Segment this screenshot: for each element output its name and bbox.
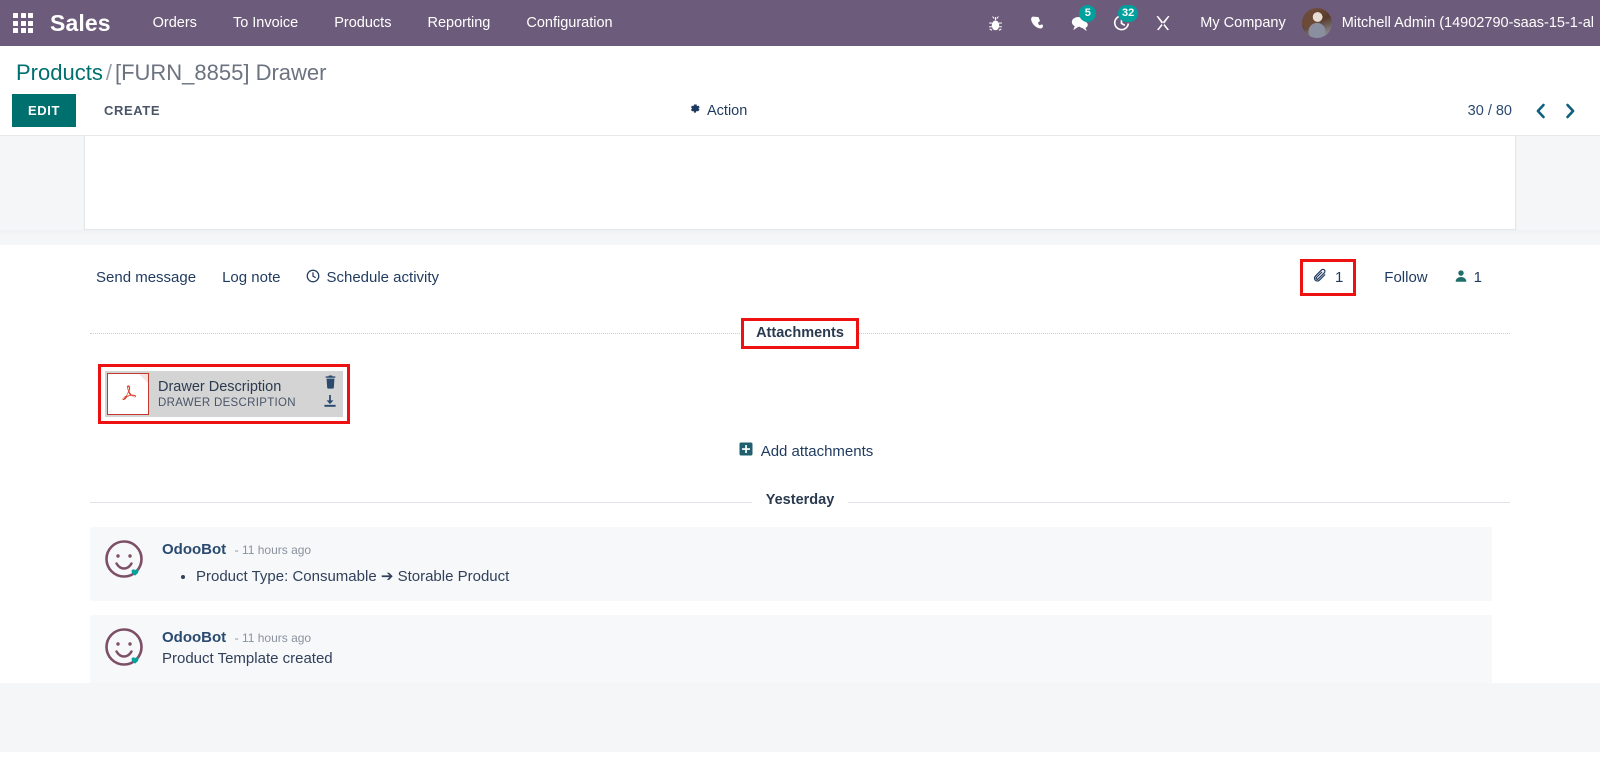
pager-previous-button[interactable] <box>1526 97 1554 125</box>
followers-button[interactable]: 1 <box>1454 269 1482 287</box>
attachment-list: Drawer Description DRAWER DESCRIPTION <box>0 348 1600 424</box>
phone-icon[interactable] <box>1016 0 1058 46</box>
control-panel-buttons: EDIT CREATE Action 30 / 80 <box>0 92 1600 135</box>
log-note-label: Log note <box>222 269 281 286</box>
messages-icon[interactable]: 5 <box>1058 0 1100 46</box>
activities-clock-icon[interactable]: 32 <box>1100 0 1142 46</box>
attachment-subtitle: DRAWER DESCRIPTION <box>158 396 296 409</box>
messages-badge: 5 <box>1079 5 1097 22</box>
add-attachments-label: Add attachments <box>760 442 874 460</box>
breadcrumb: Products / [FURN_8855] Drawer <box>0 46 1600 92</box>
top-navbar: Sales Orders To Invoice Products Reporti… <box>0 0 1600 46</box>
attachments-title: Attachments <box>741 318 859 349</box>
follow-button[interactable]: Follow <box>1374 265 1437 290</box>
attachment-actions <box>317 371 343 417</box>
user-name-label: Mitchell Admin (14902790-saas-15-1-al <box>1341 15 1594 31</box>
day-divider-label: Yesterday <box>751 492 849 508</box>
followers-count: 1 <box>1473 269 1482 286</box>
message-item: OdooBot - 11 hours ago Product Template … <box>90 615 1492 683</box>
navbar-right-group: 5 32 My Company Mitchell Admin (14902790… <box>974 0 1600 46</box>
app-brand-sales[interactable]: Sales <box>46 10 117 37</box>
gear-icon <box>688 102 701 119</box>
add-attachments-button[interactable]: Add attachments <box>739 442 874 460</box>
control-panel: Products / [FURN_8855] Drawer EDIT CREATE … <box>0 46 1600 136</box>
plus-square-icon <box>739 442 753 460</box>
menu-products[interactable]: Products <box>316 0 409 46</box>
action-label: Action <box>707 102 748 119</box>
pdf-file-icon <box>107 373 149 415</box>
breadcrumb-separator: / <box>105 60 112 85</box>
schedule-activity-label: Schedule activity <box>326 269 440 286</box>
message-tracking-list: Product Type: Consumable ➔ Storable Prod… <box>196 566 1478 587</box>
add-attachments-row: Add attachments <box>0 442 1600 461</box>
chatter: Send message Log note Schedule activity <box>0 245 1600 683</box>
action-menu[interactable]: Action <box>688 102 747 119</box>
activities-badge: 32 <box>1118 5 1139 22</box>
message-body: OdooBot - 11 hours ago Product Type: Con… <box>162 539 1478 587</box>
message-timestamp: - 11 hours ago <box>234 631 312 645</box>
menu-to-invoice[interactable]: To Invoice <box>215 0 316 46</box>
attachment-name: Drawer Description <box>158 378 282 395</box>
trash-icon[interactable] <box>324 375 337 394</box>
message-header: OdooBot - 11 hours ago <box>162 541 1478 559</box>
attachment-info: Drawer Description DRAWER DESCRIPTION <box>149 371 317 417</box>
pager: 30 / 80 <box>1468 97 1584 125</box>
product-form-sheet <box>84 136 1516 230</box>
attachment-card[interactable]: Drawer Description DRAWER DESCRIPTION <box>105 371 343 417</box>
menu-configuration[interactable]: Configuration <box>508 0 630 46</box>
create-button[interactable]: CREATE <box>90 94 174 127</box>
schedule-activity-button[interactable]: Schedule activity <box>306 269 439 287</box>
tracking-value: Product Type: Consumable ➔ Storable Prod… <box>196 566 1478 587</box>
bug-icon[interactable] <box>974 0 1016 46</box>
message-body: OdooBot - 11 hours ago Product Template … <box>162 627 1478 667</box>
attachments-toggle-button[interactable]: 1 <box>1299 259 1357 296</box>
message-author: OdooBot <box>162 629 227 646</box>
odoobot-avatar <box>104 539 146 581</box>
message-thread: Yesterday OdooBot - 11 hours ago • Produ… <box>0 491 1600 683</box>
log-note-button[interactable]: Log note <box>222 269 280 286</box>
breadcrumb-products[interactable]: Products <box>16 60 103 85</box>
message-timestamp: - 11 hours ago <box>234 543 312 557</box>
user-icon <box>1454 269 1468 287</box>
message-text: Product Template created <box>162 650 333 667</box>
chatter-right-tools: 1 Follow 1 <box>1299 259 1582 296</box>
form-sheet-wrapper <box>0 136 1600 230</box>
menu-reporting[interactable]: Reporting <box>409 0 508 46</box>
pager-next-button[interactable] <box>1556 97 1584 125</box>
message-author: OdooBot <box>162 541 227 558</box>
attachment-count: 1 <box>1334 269 1344 286</box>
paperclip-icon <box>1313 268 1328 287</box>
day-divider: Yesterday <box>90 491 1510 513</box>
download-icon[interactable] <box>323 394 337 413</box>
send-message-label: Send message <box>96 269 197 286</box>
page-body: Send message Log note Schedule activity <box>0 136 1600 752</box>
send-message-button[interactable]: Send message <box>96 269 196 286</box>
pager-count: 30 / 80 <box>1467 102 1512 119</box>
message-header: OdooBot - 11 hours ago <box>162 629 1478 647</box>
tools-icon[interactable] <box>1142 0 1184 46</box>
odoobot-avatar <box>104 627 146 669</box>
clock-icon <box>306 269 320 287</box>
avatar <box>1301 8 1332 38</box>
message-item: OdooBot - 11 hours ago Product Type: Con… <box>90 527 1492 601</box>
company-switcher[interactable]: My Company <box>1184 15 1301 31</box>
user-menu[interactable]: Mitchell Admin (14902790-saas-15-1-al <box>1301 8 1600 38</box>
apps-grid-icon[interactable] <box>0 0 46 46</box>
attachment-highlight: Drawer Description DRAWER DESCRIPTION <box>98 364 350 424</box>
page-title: [FURN_8855] Drawer <box>114 60 327 85</box>
edit-button[interactable]: EDIT <box>12 94 77 127</box>
attachments-divider: Attachments <box>90 318 1510 349</box>
sheet-shadow <box>0 230 1600 236</box>
chatter-toolbar: Send message Log note Schedule activity <box>0 245 1600 308</box>
menu-orders[interactable]: Orders <box>135 0 215 46</box>
